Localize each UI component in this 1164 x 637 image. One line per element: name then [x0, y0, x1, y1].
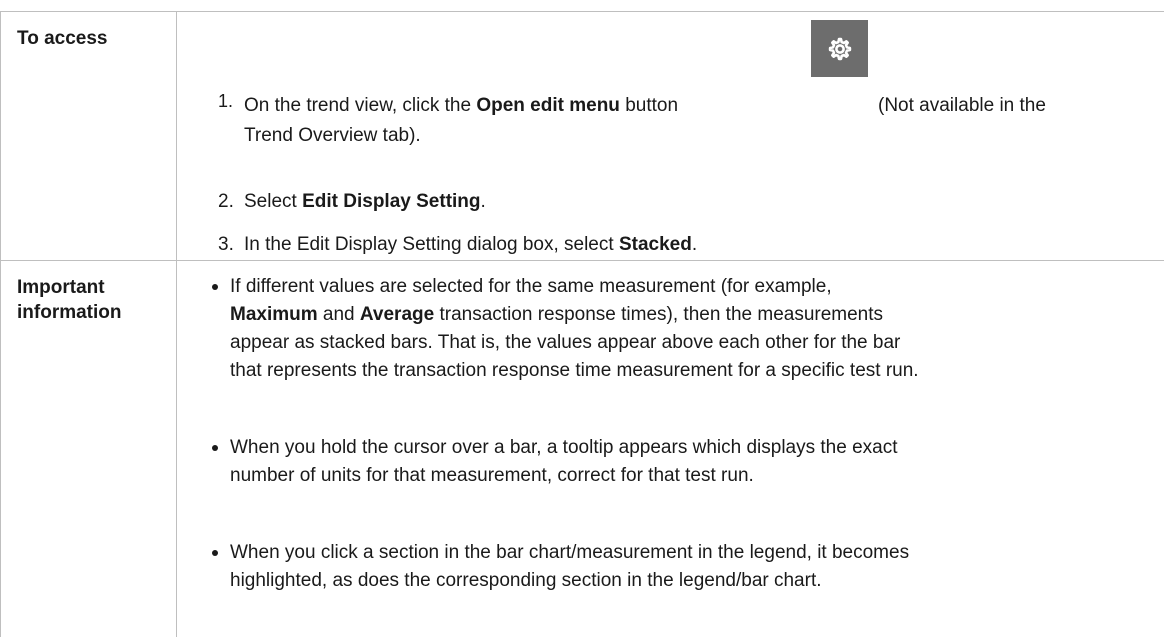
bullet-line: that represents the transaction response…: [230, 360, 919, 381]
bullet-line: Maximum and Average transaction response…: [230, 301, 1164, 329]
step-1-line2: Trend Overview tab).: [244, 125, 421, 146]
row-label-to-access: To access: [17, 28, 108, 49]
step-text: In the Edit Display Setting dialog box, …: [244, 231, 1104, 259]
bullet-text: When you hold the cursor over a bar, a t…: [230, 434, 1164, 490]
step-text-pre: Select: [244, 191, 303, 212]
bullet-line: When you click a section in the bar char…: [230, 542, 910, 563]
bullet-dot: [212, 550, 218, 556]
step-bold: Edit Display Setting: [302, 191, 481, 212]
bullet-line: highlighted, as does the corresponding s…: [230, 570, 822, 591]
bullet-dot: [212, 284, 218, 290]
step-text-pre: On the trend view, click the: [244, 95, 477, 116]
bullet-line: If different values are selected for the…: [230, 276, 832, 297]
bullet-text: If different values are selected for the…: [230, 273, 1164, 385]
bullet-text: When you click a section in the bar char…: [230, 539, 1164, 595]
open-edit-menu-button[interactable]: [811, 20, 868, 77]
bullet-line: appear as stacked bars. That is, the val…: [230, 332, 901, 353]
row-label-information: information: [17, 302, 122, 323]
bullet-text-post: transaction response times), then the me…: [434, 304, 884, 325]
bullet-dot: [212, 445, 218, 451]
bullet-bold: Maximum: [230, 304, 318, 325]
bullet-text-mid: and: [317, 304, 360, 325]
gear-icon: [828, 37, 851, 60]
info-table: To access 1. On the trend view, click th…: [0, 0, 1164, 637]
step-number: 1.: [218, 91, 234, 111]
row-label-important: Important: [17, 277, 105, 298]
step-text: Select Edit Display Setting.: [244, 188, 1104, 216]
column-divider: [176, 11, 177, 637]
bullet-line: When you hold the cursor over a bar, a t…: [230, 437, 898, 458]
step-bold: Open edit menu: [476, 95, 620, 116]
bullet-bold: Average: [359, 304, 435, 325]
step-number: 3.: [218, 234, 234, 255]
step-number: 2.: [218, 191, 234, 212]
step-bold: Stacked: [618, 234, 692, 255]
row-divider: [0, 260, 1164, 261]
step-text-post: .: [691, 234, 698, 255]
table-top-border: [0, 11, 1164, 12]
step-text-pre: In the Edit Display Setting dialog box, …: [244, 234, 619, 255]
step-text-mid: button: [619, 95, 679, 116]
step-1-post: (Not available in the: [878, 95, 1046, 116]
bullet-line: number of units for that measurement, co…: [230, 465, 754, 486]
table-left-border: [0, 11, 1, 637]
step-text-post: .: [480, 191, 486, 212]
